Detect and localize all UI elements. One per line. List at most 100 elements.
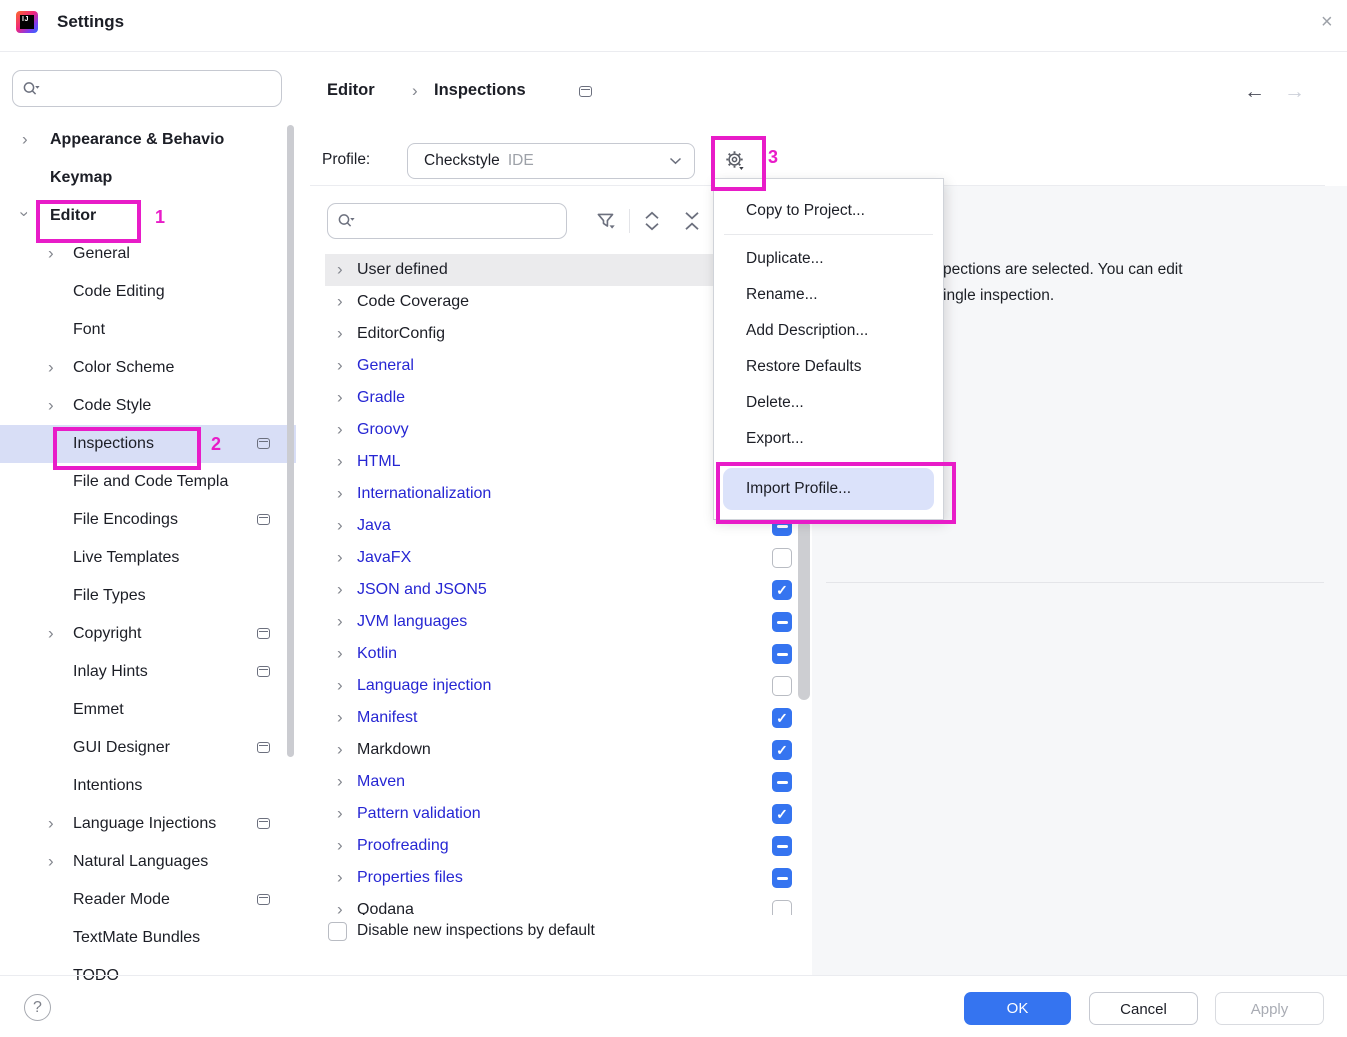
checkbox-checked[interactable]: ✓: [772, 740, 792, 760]
profile-dropdown[interactable]: Checkstyle IDE: [407, 143, 695, 179]
sidebar-item-textmate-bundles[interactable]: TextMate Bundles: [0, 919, 296, 957]
chevron-right-icon[interactable]: ›: [337, 612, 343, 629]
chevron-right-icon[interactable]: ›: [337, 452, 343, 469]
sidebar-item-copyright[interactable]: ›Copyright: [0, 615, 296, 653]
sidebar-item-intentions[interactable]: Intentions: [0, 767, 296, 805]
sidebar-item-code-editing[interactable]: Code Editing: [0, 273, 296, 311]
sidebar-item-reader-mode[interactable]: Reader Mode: [0, 881, 296, 919]
chevron-right-icon[interactable]: ›: [337, 388, 343, 405]
tree-row-properties-files[interactable]: ›Properties files: [325, 862, 812, 894]
tree-row-language-injection[interactable]: › Language injection: [325, 670, 812, 702]
checkbox-unchecked[interactable]: [772, 548, 792, 568]
cancel-button[interactable]: Cancel: [1089, 992, 1198, 1025]
chevron-right-icon[interactable]: ›: [337, 868, 343, 885]
tree-row-manifest[interactable]: ›Manifest✓: [325, 702, 812, 734]
chevron-right-icon[interactable]: ›: [337, 804, 343, 821]
menu-item-duplicate[interactable]: Duplicate...: [714, 241, 943, 277]
tree-row-jvm-languages[interactable]: ›JVM languages: [325, 606, 812, 638]
sidebar-item-color-scheme[interactable]: ›Color Scheme: [0, 349, 296, 387]
chevron-right-icon[interactable]: ›: [337, 420, 343, 437]
tree-row-qodana[interactable]: ›Qodana: [325, 894, 812, 915]
sidebar-item-file-encodings[interactable]: File Encodings: [0, 501, 296, 539]
sidebar-item-code-style[interactable]: ›Code Style: [0, 387, 296, 425]
chevron-right-icon[interactable]: ›: [48, 624, 54, 641]
menu-item-copy-to-project[interactable]: Copy to Project...: [714, 193, 943, 229]
checkbox-indeterminate[interactable]: [772, 644, 792, 664]
checkbox-unchecked[interactable]: [772, 676, 792, 696]
chevron-right-icon[interactable]: ›: [337, 548, 343, 565]
chevron-right-icon[interactable]: ›: [337, 676, 343, 693]
menu-item-delete[interactable]: Delete...: [714, 385, 943, 421]
menu-item-restore-defaults[interactable]: Restore Defaults: [714, 349, 943, 385]
sidebar-item-natural-languages[interactable]: ›Natural Languages: [0, 843, 296, 881]
chevron-right-icon[interactable]: ›: [337, 740, 343, 757]
chevron-right-icon[interactable]: ›: [337, 772, 343, 789]
chevron-right-icon[interactable]: ›: [337, 900, 343, 915]
chevron-right-icon[interactable]: ›: [337, 836, 343, 853]
tree-row-kotlin[interactable]: ›Kotlin: [325, 638, 812, 670]
inspections-search-input[interactable]: [356, 213, 566, 230]
chevron-right-icon[interactable]: ›: [22, 130, 28, 147]
tree-row-javafx[interactable]: ›JavaFX: [325, 542, 812, 574]
close-icon[interactable]: ×: [1321, 11, 1333, 34]
sidebar-item-live-templates[interactable]: Live Templates: [0, 539, 296, 577]
filter-button[interactable]: [594, 209, 618, 233]
checkbox-checked[interactable]: ✓: [772, 804, 792, 824]
chevron-right-icon[interactable]: ›: [48, 814, 54, 831]
chevron-right-icon[interactable]: ›: [337, 708, 343, 725]
chevron-right-icon[interactable]: ›: [337, 516, 343, 533]
sidebar-item-label: Emmet: [73, 701, 124, 719]
chevron-right-icon[interactable]: ›: [337, 484, 343, 501]
chevron-down-icon[interactable]: ›: [16, 211, 33, 217]
sidebar-scrollbar[interactable]: [287, 125, 294, 757]
sidebar-item-label: Intentions: [73, 777, 142, 795]
checkbox-indeterminate[interactable]: [772, 612, 792, 632]
checkbox-unchecked[interactable]: [772, 900, 792, 915]
disable-new-inspections-checkbox[interactable]: [328, 922, 347, 941]
chevron-right-icon[interactable]: ›: [48, 244, 54, 261]
tree-row-json-and-json5[interactable]: ›JSON and JSON5✓: [325, 574, 812, 606]
help-button[interactable]: ?: [24, 994, 51, 1021]
tree-row-label: Gradle: [357, 389, 405, 407]
sidebar-item-appearance-behavio[interactable]: ›Appearance & Behavio: [0, 121, 296, 159]
menu-item-export[interactable]: Export...: [714, 421, 943, 457]
chevron-right-icon[interactable]: ›: [337, 580, 343, 597]
chevron-right-icon[interactable]: ›: [48, 396, 54, 413]
chevron-right-icon[interactable]: ›: [48, 852, 54, 869]
chevron-right-icon[interactable]: ›: [337, 356, 343, 373]
menu-item-rename[interactable]: Rename...: [714, 277, 943, 313]
sidebar-item-language-injections[interactable]: ›Language Injections: [0, 805, 296, 843]
tree-row-proofreading[interactable]: ›Proofreading: [325, 830, 812, 862]
sidebar-search-input[interactable]: [41, 80, 281, 97]
tree-row-label: Language injection: [357, 677, 491, 695]
checkbox-indeterminate[interactable]: [772, 836, 792, 856]
expand-all-button[interactable]: [640, 209, 664, 233]
ok-button[interactable]: OK: [964, 992, 1071, 1025]
chevron-right-icon[interactable]: ›: [337, 324, 343, 341]
sidebar-item-inlay-hints[interactable]: Inlay Hints: [0, 653, 296, 691]
menu-item-add-description[interactable]: Add Description...: [714, 313, 943, 349]
back-arrow-icon[interactable]: ←: [1244, 80, 1265, 104]
checkbox-checked[interactable]: ✓: [772, 580, 792, 600]
chevron-right-icon[interactable]: ›: [337, 644, 343, 661]
chevron-right-icon[interactable]: ›: [337, 260, 343, 277]
sidebar-item-todo[interactable]: TODO: [0, 957, 296, 995]
collapse-all-button[interactable]: [680, 209, 704, 233]
checkbox-indeterminate[interactable]: [772, 868, 792, 888]
checkbox-indeterminate[interactable]: [772, 772, 792, 792]
tree-row-pattern-validation[interactable]: ›Pattern validation✓: [325, 798, 812, 830]
checkbox-checked[interactable]: ✓: [772, 708, 792, 728]
sidebar-item-keymap[interactable]: Keymap: [0, 159, 296, 197]
tree-row-markdown[interactable]: ›Markdown✓: [325, 734, 812, 766]
chevron-right-icon[interactable]: ›: [337, 292, 343, 309]
sidebar-item-emmet[interactable]: Emmet: [0, 691, 296, 729]
sidebar-item-font[interactable]: Font: [0, 311, 296, 349]
breadcrumb-editor[interactable]: Editor: [327, 81, 375, 100]
inspections-search[interactable]: [327, 203, 567, 239]
sidebar-item-file-types[interactable]: File Types: [0, 577, 296, 615]
sidebar-item-gui-designer[interactable]: GUI Designer: [0, 729, 296, 767]
sidebar-search[interactable]: [12, 70, 282, 107]
tree-row-maven[interactable]: ›Maven: [325, 766, 812, 798]
tree-scrollbar[interactable]: [798, 520, 810, 700]
chevron-right-icon[interactable]: ›: [48, 358, 54, 375]
